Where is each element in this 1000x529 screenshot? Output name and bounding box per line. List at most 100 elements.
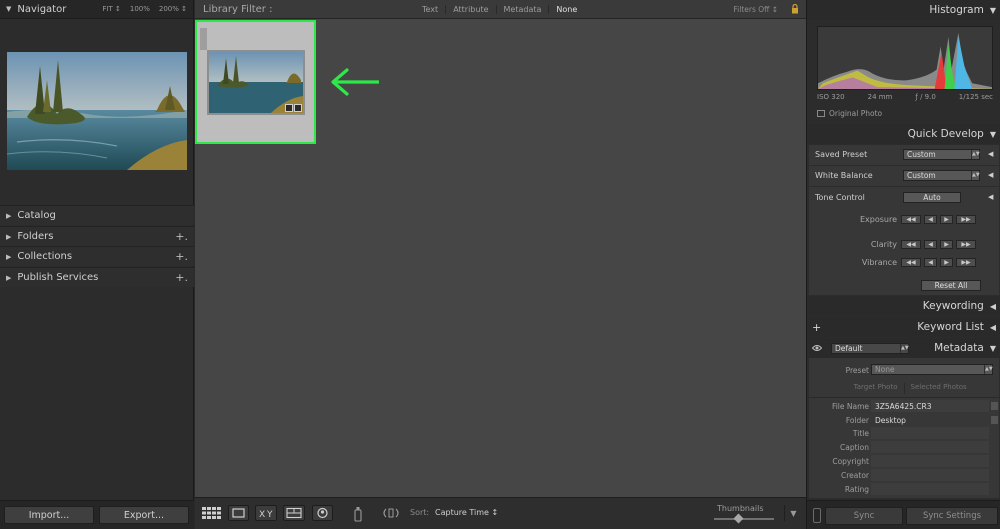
histogram-graph[interactable] xyxy=(817,26,993,90)
expand-left-triangle-icon: ◀ xyxy=(989,322,996,332)
caption-field[interactable] xyxy=(871,441,989,453)
saved-preset-dropdown[interactable]: Custom ▲▼ xyxy=(903,149,980,160)
white-balance-dropdown[interactable]: Custom ▲▼ xyxy=(903,170,980,181)
creator-field[interactable] xyxy=(871,469,989,481)
filter-text-tab[interactable]: Text xyxy=(415,5,447,14)
add-publish-service-plus-icon[interactable]: +. xyxy=(175,271,188,284)
rotate-icon[interactable] xyxy=(380,506,402,520)
exposure-increase-large-button[interactable]: ▶▶ xyxy=(956,215,976,224)
add-keyword-plus-icon[interactable]: + xyxy=(812,321,821,334)
sync-settings-button[interactable]: Sync Settings xyxy=(906,507,998,525)
exposure-decrease-button[interactable]: ◀ xyxy=(924,215,937,224)
thumbnail-grid[interactable] xyxy=(195,19,806,497)
loupe-view-button[interactable] xyxy=(228,505,249,521)
exposure-decrease-large-button[interactable]: ◀◀ xyxy=(901,215,921,224)
collections-panel-header[interactable]: ▶ Collections +. xyxy=(0,246,194,266)
survey-view-button[interactable] xyxy=(283,505,305,521)
rating-field[interactable] xyxy=(871,483,989,495)
white-balance-value: Custom xyxy=(907,171,936,180)
publish-services-panel-header[interactable]: ▶ Publish Services +. xyxy=(0,267,194,287)
original-photo-checkbox[interactable] xyxy=(817,110,825,117)
dropdown-arrows-icon: ▲▼ xyxy=(900,344,909,353)
metadata-preset-value: None xyxy=(875,365,895,374)
thumbnail-size-slider-handle[interactable] xyxy=(733,513,744,524)
filter-attribute-tab[interactable]: Attribute xyxy=(446,5,497,14)
expand-left-triangle-icon[interactable]: ◀ xyxy=(988,150,993,158)
navigator-preview-image[interactable] xyxy=(7,52,187,170)
expand-left-triangle-icon[interactable]: ◀ xyxy=(988,193,993,201)
zoom-200[interactable]: 200% ↕ xyxy=(159,5,187,13)
cell-index-marker xyxy=(200,28,207,50)
add-folder-plus-icon[interactable]: +. xyxy=(175,230,188,243)
clarity-decrease-button[interactable]: ◀ xyxy=(924,240,937,249)
svg-text:X: X xyxy=(259,510,265,520)
keyword-list-title: Keyword List xyxy=(917,321,984,333)
copyright-label: Copyright xyxy=(832,457,869,466)
catalog-label: Catalog xyxy=(17,210,56,221)
sort-order-dropdown[interactable]: Capture Time ↕ xyxy=(435,508,498,517)
collapse-triangle-icon: ▼ xyxy=(989,129,996,139)
lock-icon[interactable] xyxy=(791,4,799,14)
vibrance-decrease-large-button[interactable]: ◀◀ xyxy=(901,258,921,267)
metadata-preset-dropdown[interactable]: None ▲▼ xyxy=(871,364,993,375)
vibrance-label: Vibrance xyxy=(861,258,897,267)
metadata-header[interactable]: Default ▲▼ Metadata ▼ xyxy=(807,338,1000,358)
photo-grid-cell-selected[interactable] xyxy=(195,20,316,144)
expand-triangle-icon: ▶ xyxy=(6,273,12,282)
vibrance-increase-button[interactable]: ▶ xyxy=(940,258,953,267)
target-photo-option[interactable]: Target Photo xyxy=(813,383,905,394)
keywording-header[interactable]: Keywording ◀ xyxy=(807,296,1000,316)
file-name-action-icon[interactable] xyxy=(991,402,998,410)
histogram-header[interactable]: Histogram ▼ xyxy=(807,0,1000,20)
filters-off-dropdown[interactable]: Filters Off ↕ xyxy=(733,5,778,14)
metadata-view-dropdown[interactable]: Default ▲▼ xyxy=(831,343,909,354)
grid-view-icon[interactable] xyxy=(201,505,222,521)
selected-photos-option[interactable]: Selected Photos xyxy=(905,383,996,394)
expand-left-triangle-icon[interactable]: ◀ xyxy=(988,171,993,179)
metadata-badge-icon[interactable] xyxy=(285,104,293,112)
zoom-fit[interactable]: FIT ↕ xyxy=(102,5,120,13)
original-photo-toggle[interactable]: Original Photo xyxy=(817,109,882,118)
navigator-header[interactable]: ▼ Navigator FIT ↕ 100% 200% ↕ xyxy=(0,0,193,19)
compare-view-button[interactable]: X Y xyxy=(255,505,277,521)
histogram-camera-info: ISO 320 24 mm ƒ / 9.0 1/125 sec xyxy=(817,93,993,101)
catalog-panel-header[interactable]: ▶ Catalog xyxy=(0,205,194,225)
vibrance-increase-large-button[interactable]: ▶▶ xyxy=(956,258,976,267)
dropdown-arrows-icon: ▲▼ xyxy=(971,150,980,159)
auto-tone-button[interactable]: Auto xyxy=(903,192,961,203)
export-button[interactable]: Export... xyxy=(99,506,189,524)
tone-control-label: Tone Control xyxy=(815,193,865,202)
photo-thumbnail[interactable] xyxy=(207,50,305,115)
keyword-list-header[interactable]: + Keyword List ◀ xyxy=(807,317,1000,337)
iso-value: ISO 320 xyxy=(817,93,845,101)
go-to-folder-icon[interactable] xyxy=(991,416,998,424)
clarity-increase-large-button[interactable]: ▶▶ xyxy=(956,240,976,249)
eye-icon[interactable] xyxy=(812,344,822,352)
thumbnail-size-slider[interactable] xyxy=(714,518,774,520)
reset-all-button[interactable]: Reset All xyxy=(921,280,981,291)
quick-develop-header[interactable]: Quick Develop ▼ xyxy=(807,124,1000,144)
sync-button[interactable]: Sync xyxy=(825,507,903,525)
clarity-decrease-large-button[interactable]: ◀◀ xyxy=(901,240,921,249)
right-panel: Histogram ▼ ISO 320 24 mm ƒ / 9.0 1/125 … xyxy=(806,0,1000,529)
vibrance-decrease-button[interactable]: ◀ xyxy=(924,258,937,267)
people-view-button[interactable] xyxy=(312,505,333,521)
saved-preset-value: Custom xyxy=(907,150,936,159)
toolbar-menu-chevron-icon[interactable]: ▼ xyxy=(784,505,802,521)
import-button[interactable]: Import... xyxy=(4,506,94,524)
copyright-field[interactable] xyxy=(871,455,989,467)
auto-sync-toggle[interactable] xyxy=(813,508,821,523)
title-field[interactable] xyxy=(871,427,989,439)
edited-badge-icon[interactable] xyxy=(294,104,302,112)
painter-spray-can-icon[interactable] xyxy=(352,505,364,522)
filter-none-tab[interactable]: None xyxy=(549,5,584,14)
filter-metadata-tab[interactable]: Metadata xyxy=(497,5,550,14)
clarity-increase-button[interactable]: ▶ xyxy=(940,240,953,249)
white-balance-row: White Balance Custom ▲▼ ◀ xyxy=(809,166,999,186)
zoom-100[interactable]: 100% xyxy=(130,5,150,13)
expand-triangle-icon: ▶ xyxy=(6,211,12,220)
folders-panel-header[interactable]: ▶ Folders +. xyxy=(0,226,194,246)
target-selection-toggle: Target Photo Selected Photos xyxy=(813,383,995,394)
add-collection-plus-icon[interactable]: +. xyxy=(175,250,188,263)
exposure-increase-button[interactable]: ▶ xyxy=(940,215,953,224)
